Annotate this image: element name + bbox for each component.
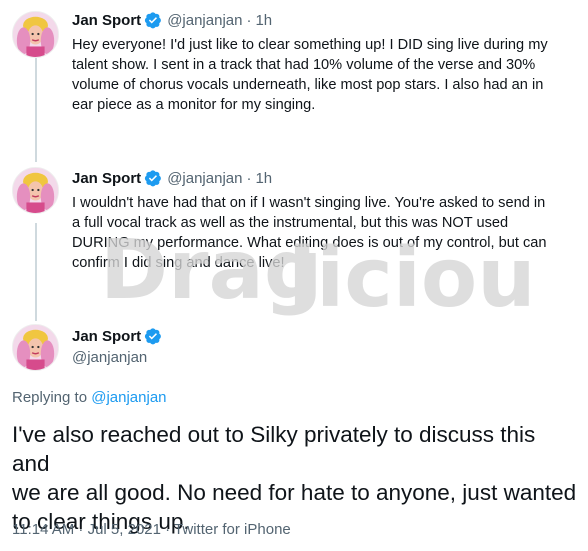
display-name[interactable]: Jan Sport [72, 12, 141, 29]
tweet-text: Hey everyone! I'd just like to clear som… [72, 35, 572, 115]
separator: · [246, 11, 252, 29]
tweet-text-line: we are all good. No need for hate to any… [12, 480, 577, 505]
replying-to-link[interactable]: @janjanjan [91, 389, 166, 406]
username[interactable]: @janjanjan [167, 170, 242, 187]
replying-to: Replying to @janjanjan [12, 389, 167, 406]
tweet-metadata[interactable]: 11:14 AM · Jul 5, 2021 · Twitter for iPh… [12, 521, 291, 538]
avatar[interactable] [12, 167, 59, 214]
username[interactable]: @janjanjan [167, 12, 242, 29]
tweet-text-line: a full vocal track as well as the instru… [72, 215, 509, 231]
timestamp[interactable]: 1h [255, 12, 272, 29]
main-display-name-row: Jan Sport [72, 327, 162, 345]
tweet-header: Jan Sport @janjanjan · 1h [72, 9, 272, 31]
verified-badge-icon [145, 328, 162, 345]
tweet-header: Jan Sport @janjanjan · 1h [72, 167, 272, 189]
timestamp[interactable]: 1h [255, 170, 272, 187]
avatar[interactable] [12, 11, 59, 58]
thread-line [35, 58, 37, 162]
replying-prefix: Replying to [12, 389, 88, 406]
tweet-text-line: I wouldn't have had that on if I wasn't … [72, 195, 546, 211]
separator: · [246, 169, 252, 187]
tweet-text-line: Hey everyone! I'd just like to clear som… [72, 37, 548, 53]
tweet-text-line: DURING my performance. What editing does… [72, 235, 547, 251]
avatar[interactable] [12, 324, 59, 371]
tweet-text-line: talent show. I sent in a track that had … [72, 57, 536, 73]
verified-badge-icon [145, 12, 162, 29]
main-tweet-text: I've also reached out to Silky privately… [12, 420, 578, 536]
tweet-text: I wouldn't have had that on if I wasn't … [72, 193, 572, 273]
verified-badge-icon [145, 170, 162, 187]
tweet-text-line: volume of chorus vocals underneath, like… [72, 77, 544, 93]
display-name[interactable]: Jan Sport [72, 170, 141, 187]
tweet-text-line: ear piece as a monitor for my singing. [72, 97, 316, 113]
thread-line [35, 223, 37, 321]
username[interactable]: @janjanjan [72, 349, 147, 366]
display-name[interactable]: Jan Sport [72, 328, 141, 345]
tweet-text-line: I've also reached out to Silky privately… [12, 422, 536, 476]
tweet-text-line: confirm I did sing and dance live! [72, 255, 285, 271]
